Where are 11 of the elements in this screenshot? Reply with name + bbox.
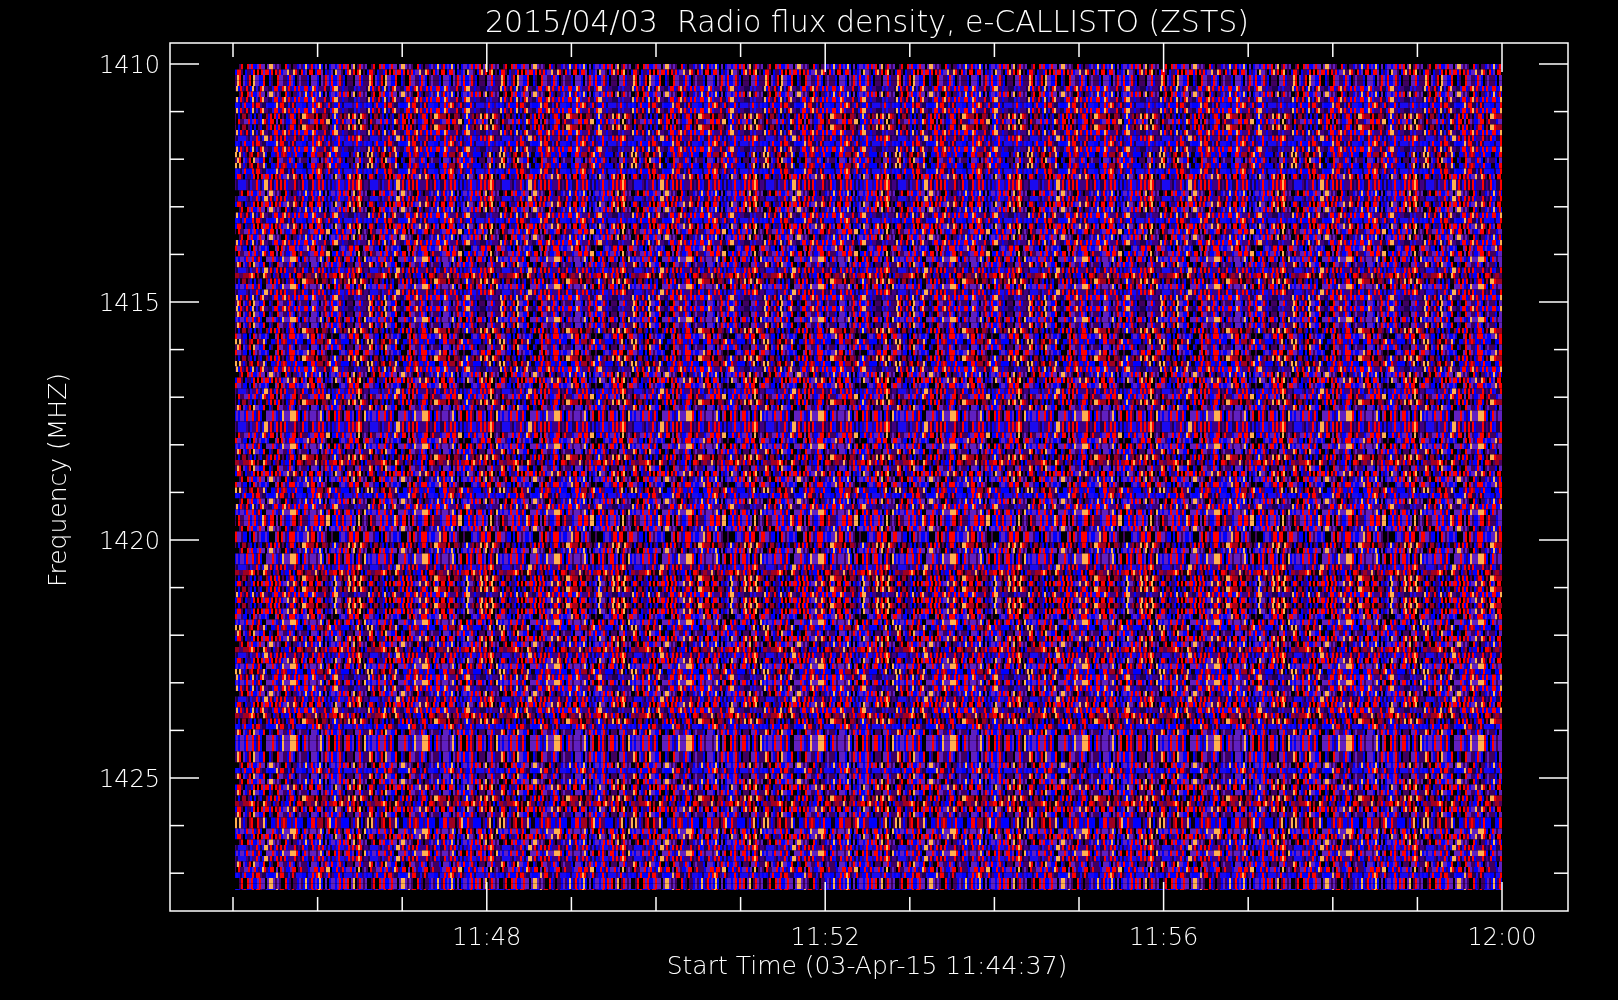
y-axis-title: Frequency (MHZ) bbox=[43, 372, 72, 588]
y-tick-label: 1425 bbox=[98, 765, 160, 793]
chart-title: 2015/04/03 Radio flux density, e-CALLISTO (ZSTS) bbox=[485, 4, 1249, 39]
x-axis-title: Start Time (03-Apr-15 11:44:37) bbox=[666, 951, 1068, 980]
x-tick-label: 12:00 bbox=[1467, 923, 1537, 951]
y-tick-label: 1415 bbox=[98, 289, 160, 317]
x-tick-label: 11:48 bbox=[452, 923, 522, 951]
y-tick-label: 1410 bbox=[98, 51, 160, 79]
x-tick-label: 11:52 bbox=[790, 923, 860, 951]
y-tick-label: 1420 bbox=[98, 527, 160, 555]
x-tick-label: 11:56 bbox=[1129, 923, 1199, 951]
